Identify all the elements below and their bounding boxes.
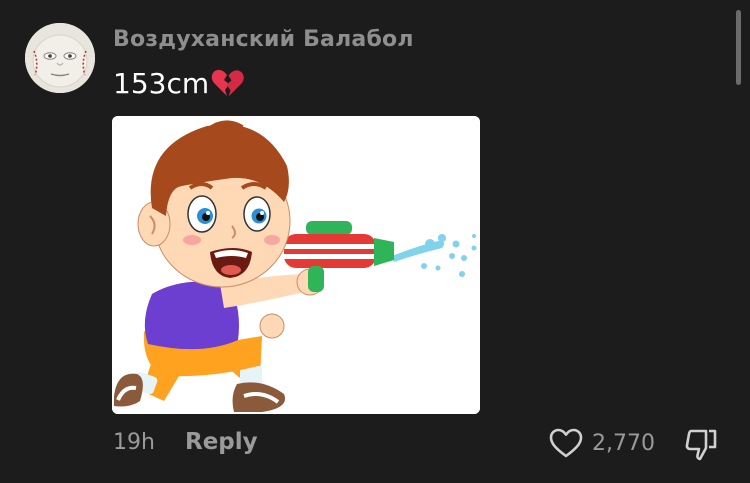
comment-author[interactable]: Воздуханский Балабол [113, 27, 414, 52]
avatar[interactable] [25, 23, 95, 93]
like-count: 2,770 [592, 431, 655, 456]
thumbs-down-outline-icon[interactable] [683, 427, 719, 463]
comment-text: 153cm [113, 66, 210, 100]
scrollbar-thumb[interactable] [736, 10, 741, 85]
comment-item: Воздуханский Балабол 153cm 19h Reply 2,7… [0, 0, 750, 483]
comment-body: 153cm [113, 66, 244, 100]
comment-attachment-image[interactable] [112, 116, 480, 414]
cartoon-boy-water-gun-image [112, 116, 480, 414]
comment-timestamp: 19h [113, 430, 155, 455]
comment-actions: 19h Reply 2,770 [113, 427, 733, 463]
avatar-image [25, 23, 95, 93]
broken-heart-icon [210, 66, 244, 100]
reply-button[interactable]: Reply [185, 429, 258, 455]
heart-outline-icon[interactable] [549, 427, 583, 461]
